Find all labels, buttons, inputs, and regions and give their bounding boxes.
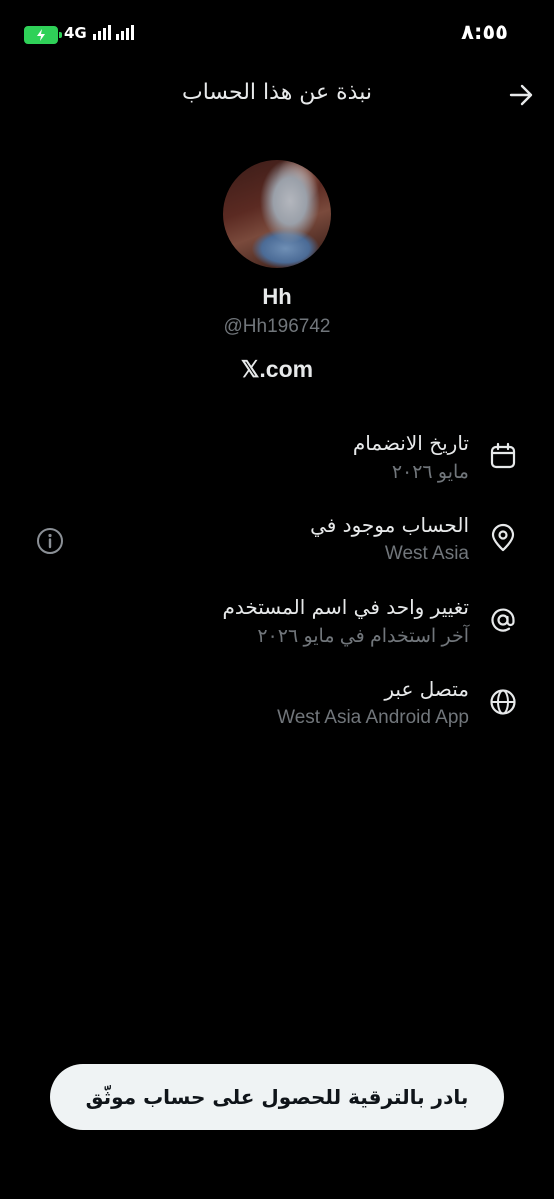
x-com-link[interactable]: 𝕏.com: [0, 356, 554, 383]
globe-icon: [490, 689, 516, 715]
detail-value: West Asia Android App: [277, 707, 469, 728]
location-pin-icon: [491, 523, 515, 552]
calendar-icon: [490, 442, 516, 469]
detail-value: آخر استخدام في مايو ٢٠٢٦: [257, 626, 469, 647]
detail-title: متصل عبر: [384, 677, 469, 701]
detail-value: مايو ٢٠٢٦: [391, 462, 469, 483]
detail-title: تغيير واحد في اسم المستخدم: [222, 595, 469, 619]
detail-value: West Asia: [384, 543, 469, 564]
detail-row-join-date: تاريخ الانضمام مايو ٢٠٢٦: [0, 431, 554, 495]
clock: ٨:٥٥: [461, 20, 508, 44]
detail-row-connected-via: متصل عبر West Asia Android App: [0, 677, 554, 741]
detail-title: تاريخ الانضمام: [352, 431, 469, 455]
network-type-label: 4G: [64, 24, 87, 42]
display-name: Hh: [262, 284, 292, 309]
username-handle: @Hh196742: [223, 316, 331, 337]
detail-title: الحساب موجود في: [310, 513, 469, 537]
at-sign-icon: [491, 608, 515, 632]
signal-strength-icon: [93, 25, 134, 40]
status-bar: 4G ٨:٥٥: [0, 0, 554, 64]
battery-charging-icon: [24, 26, 62, 44]
top-bar: نبذة عن هذا الحساب: [0, 74, 554, 116]
info-icon[interactable]: [36, 527, 64, 555]
upgrade-verified-button[interactable]: بادر بالترقية للحصول على حساب موثّق: [50, 1064, 504, 1130]
avatar[interactable]: [223, 160, 331, 268]
page-title: نبذة عن هذا الحساب: [181, 80, 372, 105]
detail-row-username-change: تغيير واحد في اسم المستخدم آخر استخدام ف…: [0, 595, 554, 659]
detail-row-account-location: الحساب موجود في West Asia: [0, 513, 554, 577]
back-arrow-icon[interactable]: [506, 80, 536, 110]
